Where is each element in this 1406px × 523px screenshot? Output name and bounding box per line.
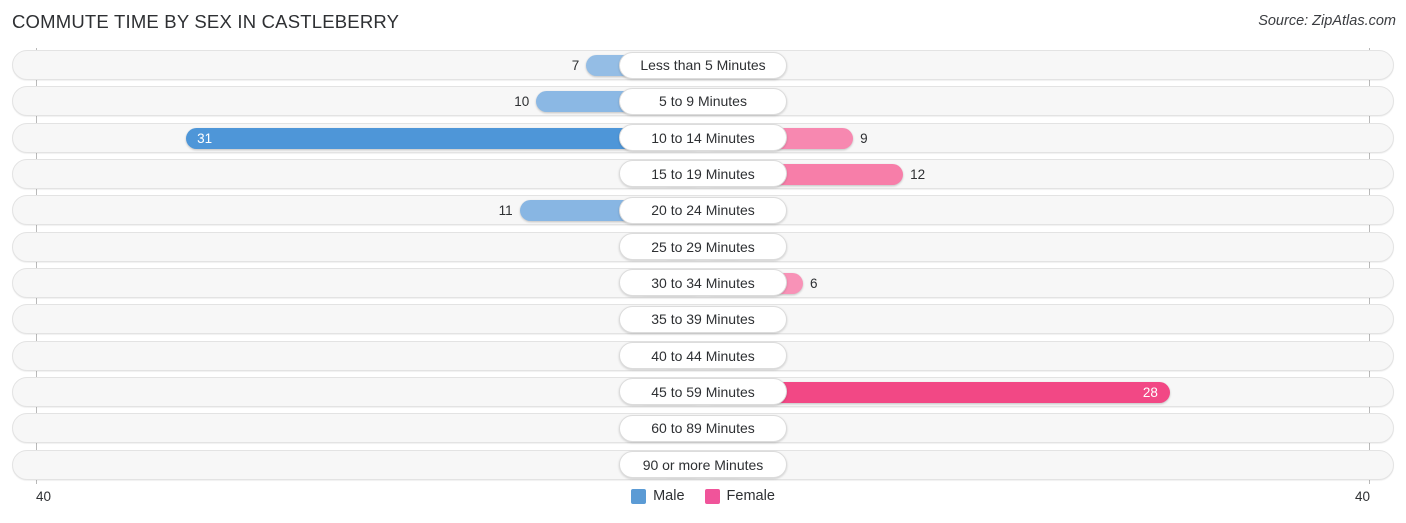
category-label-text: 35 to 39 Minutes <box>651 311 755 328</box>
chart-footer: 40 40 Male Female <box>0 484 1406 523</box>
table-row: 4630 to 34 Minutes <box>0 266 1406 302</box>
category-label-text: 20 to 24 Minutes <box>651 202 755 219</box>
legend-label: Male <box>653 488 685 504</box>
category-label-text: 90 or more Minutes <box>642 456 764 473</box>
table-row: 0225 to 29 Minutes <box>0 230 1406 266</box>
value-label-female: 28 <box>1142 384 1158 400</box>
category-label-text: 15 to 19 Minutes <box>651 165 755 182</box>
table-row: 31 9 10 to 14 Minutes <box>0 121 1406 157</box>
value-label-male: 7 <box>571 58 580 73</box>
category-label-text: 60 to 89 Minutes <box>651 420 755 437</box>
value-label-female: 9 <box>860 130 868 146</box>
category-label-text: 10 to 14 Minutes <box>651 129 755 146</box>
category-label-pill: 20 to 24 Minutes <box>619 196 787 224</box>
category-label-pill: 15 to 19 Minutes <box>619 160 787 188</box>
category-label-text: 5 to 9 Minutes <box>659 93 747 110</box>
category-label-pill: 40 to 44 Minutes <box>619 342 787 370</box>
category-label-pill: 5 to 9 Minutes <box>619 87 787 115</box>
legend-item-female[interactable]: Female <box>704 488 775 504</box>
table-row: 0090 or more Minutes <box>0 448 1406 484</box>
category-label-text: 45 to 59 Minutes <box>651 383 755 400</box>
chart-header: COMMUTE TIME BY SEX IN CASTLEBERRY Sourc… <box>0 0 1406 46</box>
table-row: 42845 to 59 Minutes <box>0 375 1406 411</box>
table-row: 0040 to 44 Minutes <box>0 339 1406 375</box>
table-row: 3060 to 89 Minutes <box>0 411 1406 447</box>
category-label-pill: 35 to 39 Minutes <box>619 305 787 333</box>
value-label-male: 31 <box>197 130 213 146</box>
table-row: 11320 to 24 Minutes <box>0 193 1406 229</box>
bar-rows: 70Less than 5 Minutes1005 to 9 Minutes31… <box>0 48 1406 484</box>
category-label-text: 25 to 29 Minutes <box>651 238 755 255</box>
value-label-male: 10 <box>514 94 530 110</box>
table-row: 1005 to 9 Minutes <box>0 84 1406 120</box>
table-row: 01215 to 19 Minutes <box>0 157 1406 193</box>
category-label-pill: 10 to 14 Minutes <box>619 124 787 152</box>
plot-area: 70Less than 5 Minutes1005 to 9 Minutes31… <box>0 48 1406 484</box>
page-title: COMMUTE TIME BY SEX IN CASTLEBERRY <box>12 11 400 32</box>
source-attribution: Source: ZipAtlas.com <box>1258 13 1396 29</box>
category-label-pill: 25 to 29 Minutes <box>619 233 787 261</box>
legend-swatch-icon <box>704 488 720 504</box>
commute-time-chart: COMMUTE TIME BY SEX IN CASTLEBERRY Sourc… <box>0 0 1406 523</box>
legend-swatch-icon <box>631 488 647 504</box>
category-label-text: 30 to 34 Minutes <box>651 274 755 291</box>
category-label-text: Less than 5 Minutes <box>640 57 766 73</box>
category-label-pill: 30 to 34 Minutes <box>619 269 787 297</box>
value-label-female: 12 <box>910 166 926 182</box>
chart-legend: Male Female <box>0 488 1406 504</box>
legend-label: Female <box>726 488 775 504</box>
category-label-pill: 90 or more Minutes <box>619 451 787 479</box>
value-label-male: 11 <box>498 203 513 219</box>
category-label-text: 40 to 44 Minutes <box>651 347 755 364</box>
category-label-pill: Less than 5 Minutes <box>619 51 787 79</box>
category-label-pill: 60 to 89 Minutes <box>619 414 787 442</box>
value-label-female: 6 <box>810 275 818 291</box>
category-label-pill: 45 to 59 Minutes <box>619 378 787 406</box>
table-row: 70Less than 5 Minutes <box>0 48 1406 84</box>
legend-item-male[interactable]: Male <box>631 488 685 504</box>
table-row: 0035 to 39 Minutes <box>0 302 1406 338</box>
